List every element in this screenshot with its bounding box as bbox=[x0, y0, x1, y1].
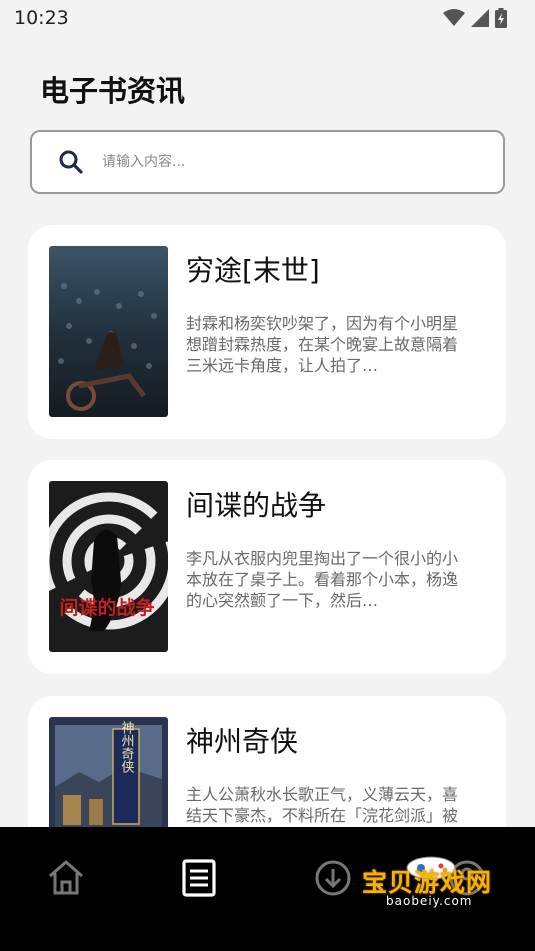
nav-list-button[interactable] bbox=[178, 857, 220, 899]
search-icon bbox=[59, 150, 83, 174]
watermark-logo: 宝贝游戏网 baobeiy.com bbox=[356, 856, 506, 928]
signal-icon bbox=[471, 9, 489, 27]
cover-art-text: 间谍的战争 bbox=[59, 596, 154, 619]
home-icon bbox=[49, 860, 83, 895]
book-card[interactable]: 穷途[末世] 封霖和杨奕钦吵架了，因为有个小明星想蹭封霖热度，在某个晚宴上故意隔… bbox=[28, 225, 506, 439]
book-cover-image[interactable] bbox=[49, 246, 168, 417]
nav-download-button[interactable] bbox=[312, 857, 354, 899]
download-icon bbox=[315, 860, 351, 896]
status-icons bbox=[443, 8, 507, 28]
nav-home-button[interactable] bbox=[45, 857, 87, 899]
book-title: 间谍的战争 bbox=[186, 489, 327, 522]
book-title: 穷途[末世] bbox=[186, 254, 320, 287]
watermark-url: baobeiy.com bbox=[386, 894, 473, 908]
search-bar[interactable] bbox=[30, 130, 505, 194]
book-description: 李凡从衣服内兜里掏出了一个很小的小本放在了桌子上。看着那个小本，杨逸的心突然颤了… bbox=[186, 549, 459, 610]
status-bar: 10:23 bbox=[0, 0, 535, 36]
book-description: 封霖和杨奕钦吵架了，因为有个小明星想蹭封霖热度，在某个晚宴上故意隔着三米远卡角度… bbox=[186, 314, 459, 375]
book-card[interactable]: 间谍的战争 间谍的战争 李凡从衣服内兜里掏出了一个很小的小本放在了桌子上。看着那… bbox=[28, 460, 506, 674]
book-cover-image[interactable]: 间谍的战争 bbox=[49, 481, 168, 652]
list-icon bbox=[182, 859, 216, 897]
book-title: 神州奇侠 bbox=[186, 725, 299, 758]
page-title: 电子书资讯 bbox=[40, 74, 186, 108]
wifi-icon bbox=[443, 9, 465, 26]
search-input[interactable] bbox=[100, 153, 464, 171]
cover-art-text: 神州奇侠 bbox=[119, 721, 135, 773]
battery-icon bbox=[495, 8, 507, 28]
status-time: 10:23 bbox=[14, 7, 69, 29]
